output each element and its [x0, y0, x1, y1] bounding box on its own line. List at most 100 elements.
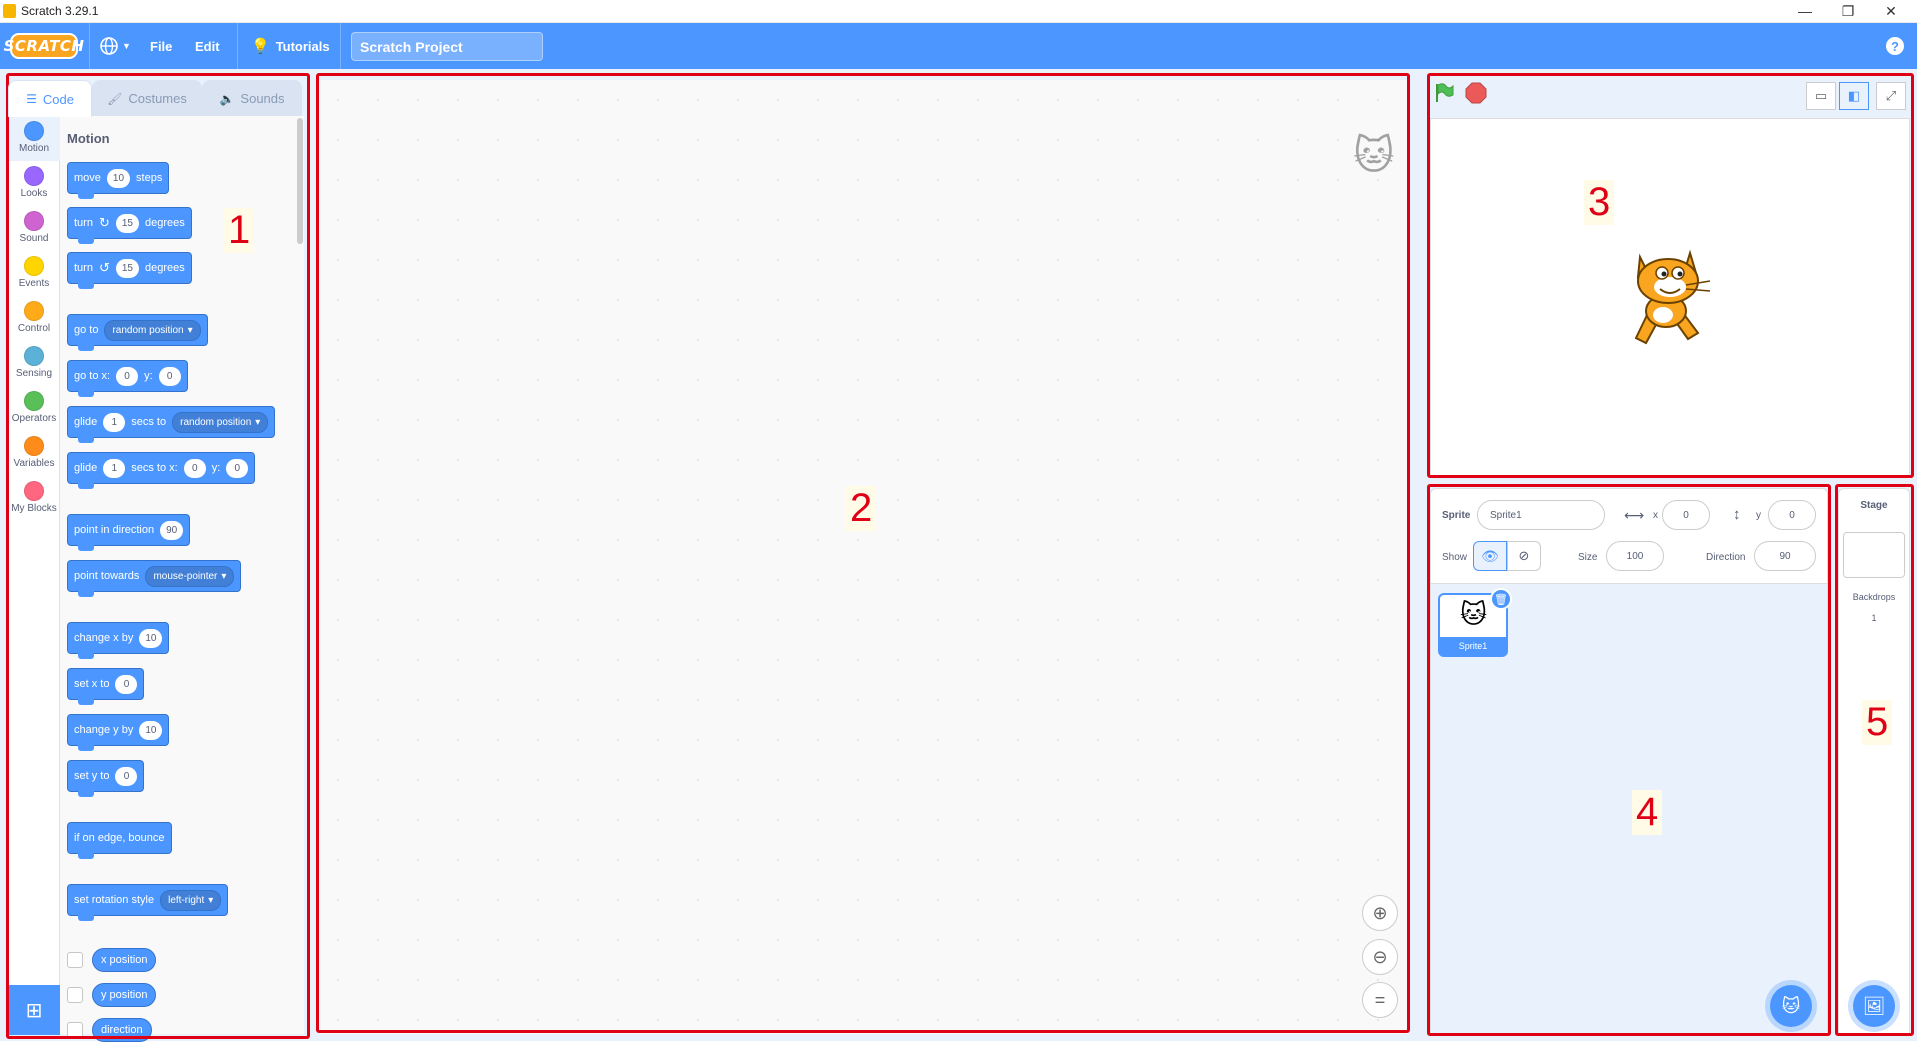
block-dropdown[interactable]: random position ▾: [104, 319, 201, 341]
block-change-y[interactable]: change y by 10: [67, 714, 170, 751]
language-menu[interactable]: ▼: [99, 23, 131, 69]
tab-code[interactable]: ☰ Code: [8, 80, 92, 117]
tutorials-menu[interactable]: 💡 Tutorials: [251, 23, 330, 69]
block-text: point towards: [74, 570, 140, 582]
direction-input[interactable]: 90: [1754, 541, 1816, 571]
block-input[interactable]: 10: [139, 628, 163, 648]
block-text: point in direction: [74, 524, 155, 536]
show-label: Show: [1442, 552, 1468, 563]
zoom-reset-button[interactable]: =: [1362, 982, 1398, 1018]
x-input[interactable]: 0: [1662, 500, 1710, 530]
edit-menu[interactable]: Edit: [195, 23, 220, 69]
zoom-in-button[interactable]: ⊕: [1362, 895, 1398, 931]
block-input[interactable]: 0: [226, 458, 249, 478]
category-my-blocks[interactable]: My Blocks: [8, 476, 60, 521]
block-input[interactable]: 0: [183, 458, 206, 478]
normal-stage-button[interactable]: ◧: [1839, 82, 1869, 110]
block-point-direction[interactable]: point in direction 90: [67, 514, 191, 551]
block-dropdown[interactable]: random position ▾: [172, 411, 269, 433]
tab-costumes[interactable]: 🖌 Costumes: [92, 80, 202, 116]
show-hidden-button[interactable]: ⊘: [1507, 541, 1541, 571]
block-input[interactable]: 15: [115, 213, 139, 233]
reporter-x-position[interactable]: x position: [92, 948, 157, 972]
block-change-x[interactable]: change x by 10: [67, 622, 170, 659]
add-extension-button[interactable]: ⊞: [8, 985, 60, 1035]
block-input[interactable]: 0: [116, 366, 139, 386]
choose-backdrop-button[interactable]: 🖼: [1853, 985, 1895, 1027]
stop-icon[interactable]: [1465, 82, 1487, 104]
zoom-out-button[interactable]: ⊖: [1362, 939, 1398, 975]
restore-button[interactable]: ❐: [1828, 0, 1868, 22]
scratch-logo[interactable]: SCRATCH: [4, 33, 84, 59]
reporter-y-position[interactable]: y position: [92, 983, 157, 1007]
category-control[interactable]: Control: [8, 296, 60, 341]
direction-checkbox[interactable]: [67, 1022, 83, 1038]
category-label: Motion: [18, 143, 49, 154]
palette-scrollbar[interactable]: [297, 118, 303, 244]
block-input[interactable]: 10: [106, 168, 131, 188]
close-button[interactable]: ✕: [1871, 0, 1911, 22]
y-input[interactable]: 0: [1768, 500, 1816, 530]
block-dropdown[interactable]: left-right ▾: [160, 889, 222, 911]
cat-sprite-icon[interactable]: [1618, 243, 1718, 353]
small-stage-button[interactable]: ▭: [1806, 82, 1836, 110]
block-go-to[interactable]: go to random position ▾: [67, 314, 208, 351]
reporter-direction[interactable]: direction: [92, 1018, 152, 1042]
menu-divider: [89, 23, 90, 69]
tab-sounds[interactable]: 🔈 Sounds: [202, 80, 302, 116]
block-rotation-style[interactable]: set rotation style left-right ▾: [67, 884, 229, 921]
help-button[interactable]: ?: [1886, 37, 1904, 55]
category-variables[interactable]: Variables: [8, 431, 60, 476]
green-flag-icon[interactable]: [1433, 82, 1455, 104]
zoom-out-icon: ⊖: [1372, 946, 1388, 967]
block-input[interactable]: 0: [158, 366, 181, 386]
block-bounce[interactable]: if on edge, bounce: [67, 822, 172, 859]
block-input[interactable]: 1: [103, 412, 126, 432]
category-looks[interactable]: Looks: [8, 161, 60, 206]
block-input[interactable]: 10: [139, 720, 163, 740]
block-turn-left[interactable]: turn ↺ 15 degrees: [67, 252, 192, 289]
x-label: x: [1653, 510, 1658, 521]
block-glide-to[interactable]: glide 1 secs to random position ▾: [67, 406, 276, 443]
project-title-input[interactable]: Scratch Project: [351, 32, 543, 61]
block-input[interactable]: 15: [115, 258, 139, 278]
direction-label: Direction: [1706, 552, 1746, 563]
block-set-y[interactable]: set y to 0: [67, 760, 145, 797]
block-point-towards[interactable]: point towards mouse-pointer ▾: [67, 560, 242, 597]
category-motion[interactable]: Motion: [8, 116, 60, 161]
choose-sprite-button[interactable]: 🐱: [1770, 985, 1812, 1027]
fullscreen-button[interactable]: ⤢: [1876, 82, 1906, 110]
code-icon: ☰: [26, 92, 37, 106]
block-input[interactable]: 1: [103, 458, 126, 478]
y-position-checkbox[interactable]: [67, 987, 83, 1003]
category-sensing[interactable]: Sensing: [8, 341, 60, 386]
code-area[interactable]: [318, 80, 1408, 1034]
block-move-steps[interactable]: move 10 steps: [67, 162, 170, 199]
block-glide-xy[interactable]: glide 1 secs to x: 0 y: 0: [67, 452, 256, 489]
block-turn-right[interactable]: turn ↻ 15 degrees: [67, 207, 192, 244]
backdrop-thumbnail[interactable]: [1843, 532, 1905, 578]
show-visible-button[interactable]: 👁: [1473, 541, 1507, 571]
file-menu[interactable]: File: [150, 23, 172, 69]
delete-sprite-button[interactable]: 🗑: [1490, 588, 1512, 610]
chevron-down-icon: ▾: [208, 894, 214, 906]
block-text: y:: [211, 462, 221, 474]
sprite-name-input[interactable]: Sprite1: [1477, 500, 1605, 530]
block-set-x[interactable]: set x to 0: [67, 668, 145, 705]
block-input[interactable]: 0: [115, 674, 138, 694]
block-dropdown[interactable]: mouse-pointer ▾: [145, 565, 235, 587]
eye-slash-icon: ⊘: [1518, 548, 1530, 563]
category-sound[interactable]: Sound: [8, 206, 60, 251]
category-events[interactable]: Events: [8, 251, 60, 296]
block-text: change y by: [74, 724, 134, 736]
x-position-checkbox[interactable]: [67, 952, 83, 968]
minimize-button[interactable]: —: [1785, 0, 1825, 22]
add-extension-icon: ⊞: [25, 999, 43, 1022]
block-input[interactable]: 90: [160, 520, 184, 540]
size-input[interactable]: 100: [1606, 541, 1664, 571]
backdrops-count: 1: [1871, 613, 1877, 623]
block-go-to-xy[interactable]: go to x: 0 y: 0: [67, 360, 188, 397]
block-input[interactable]: 0: [115, 766, 138, 786]
dropdown-value: random position: [180, 416, 252, 428]
category-operators[interactable]: Operators: [8, 386, 60, 431]
